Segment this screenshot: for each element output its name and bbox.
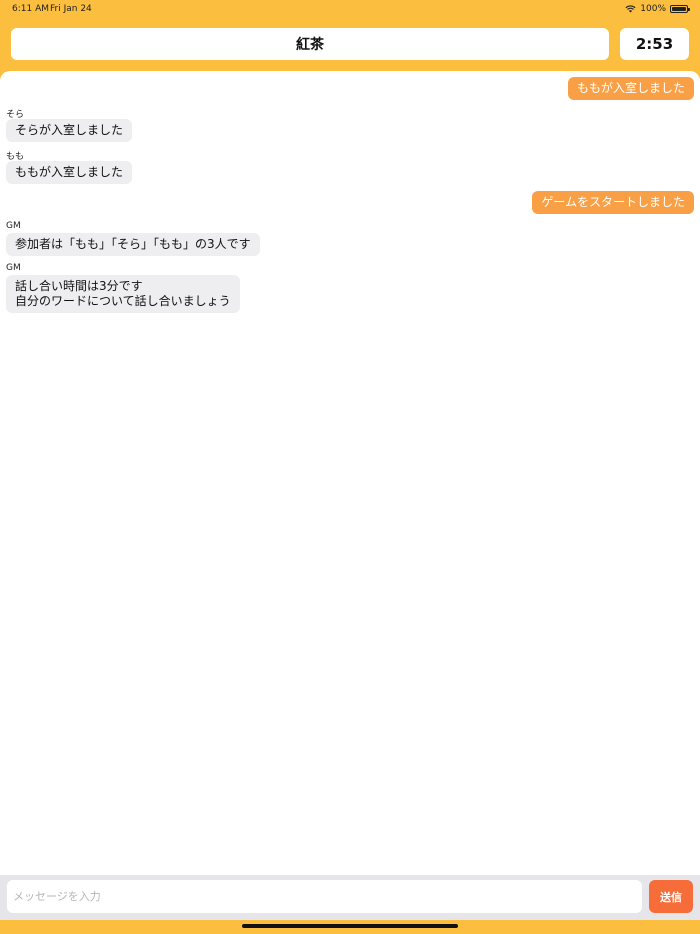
wifi-icon xyxy=(625,5,636,13)
message-line: 自分のワードについて話し合いましょう xyxy=(15,294,231,308)
message-bubble-mine: ゲームをスタートしました xyxy=(532,191,694,214)
send-button[interactable]: 送信 xyxy=(649,880,693,913)
message-sender: GM xyxy=(6,221,21,231)
message-line: 話し合い時間は3分です xyxy=(15,279,143,293)
battery-icon xyxy=(670,5,690,13)
message-input[interactable] xyxy=(7,880,642,913)
room-title-box: 紅茶 xyxy=(11,28,609,60)
battery-percent: 100% xyxy=(640,4,666,14)
message-bubble-mine: ももが入室しました xyxy=(567,77,694,100)
chat-area[interactable]: ももが入室しました そら そらが入室しました もも ももが入室しました ゲームを… xyxy=(0,71,700,875)
message-sender: GM xyxy=(6,263,21,273)
status-time: 6:11 AM xyxy=(12,4,49,14)
message-bubble-other: 話し合い時間は3分です 自分のワードについて話し合いましょう xyxy=(6,275,240,313)
message-bubble-other: ももが入室しました xyxy=(6,161,133,184)
home-indicator[interactable] xyxy=(242,924,458,928)
countdown-timer: 2:53 xyxy=(620,28,689,60)
message-input-bar: 送信 xyxy=(0,875,700,920)
status-bar: 6:11 AM Fri Jan 24 100% xyxy=(0,0,700,18)
status-date: Fri Jan 24 xyxy=(50,4,92,14)
status-indicators: 100% xyxy=(625,4,690,14)
message-bubble-other: 参加者は「もも」「そら」「もも」の3人です xyxy=(6,233,260,256)
room-title: 紅茶 xyxy=(296,37,324,53)
timer-value: 2:53 xyxy=(635,35,674,53)
message-bubble-other: そらが入室しました xyxy=(6,119,133,142)
